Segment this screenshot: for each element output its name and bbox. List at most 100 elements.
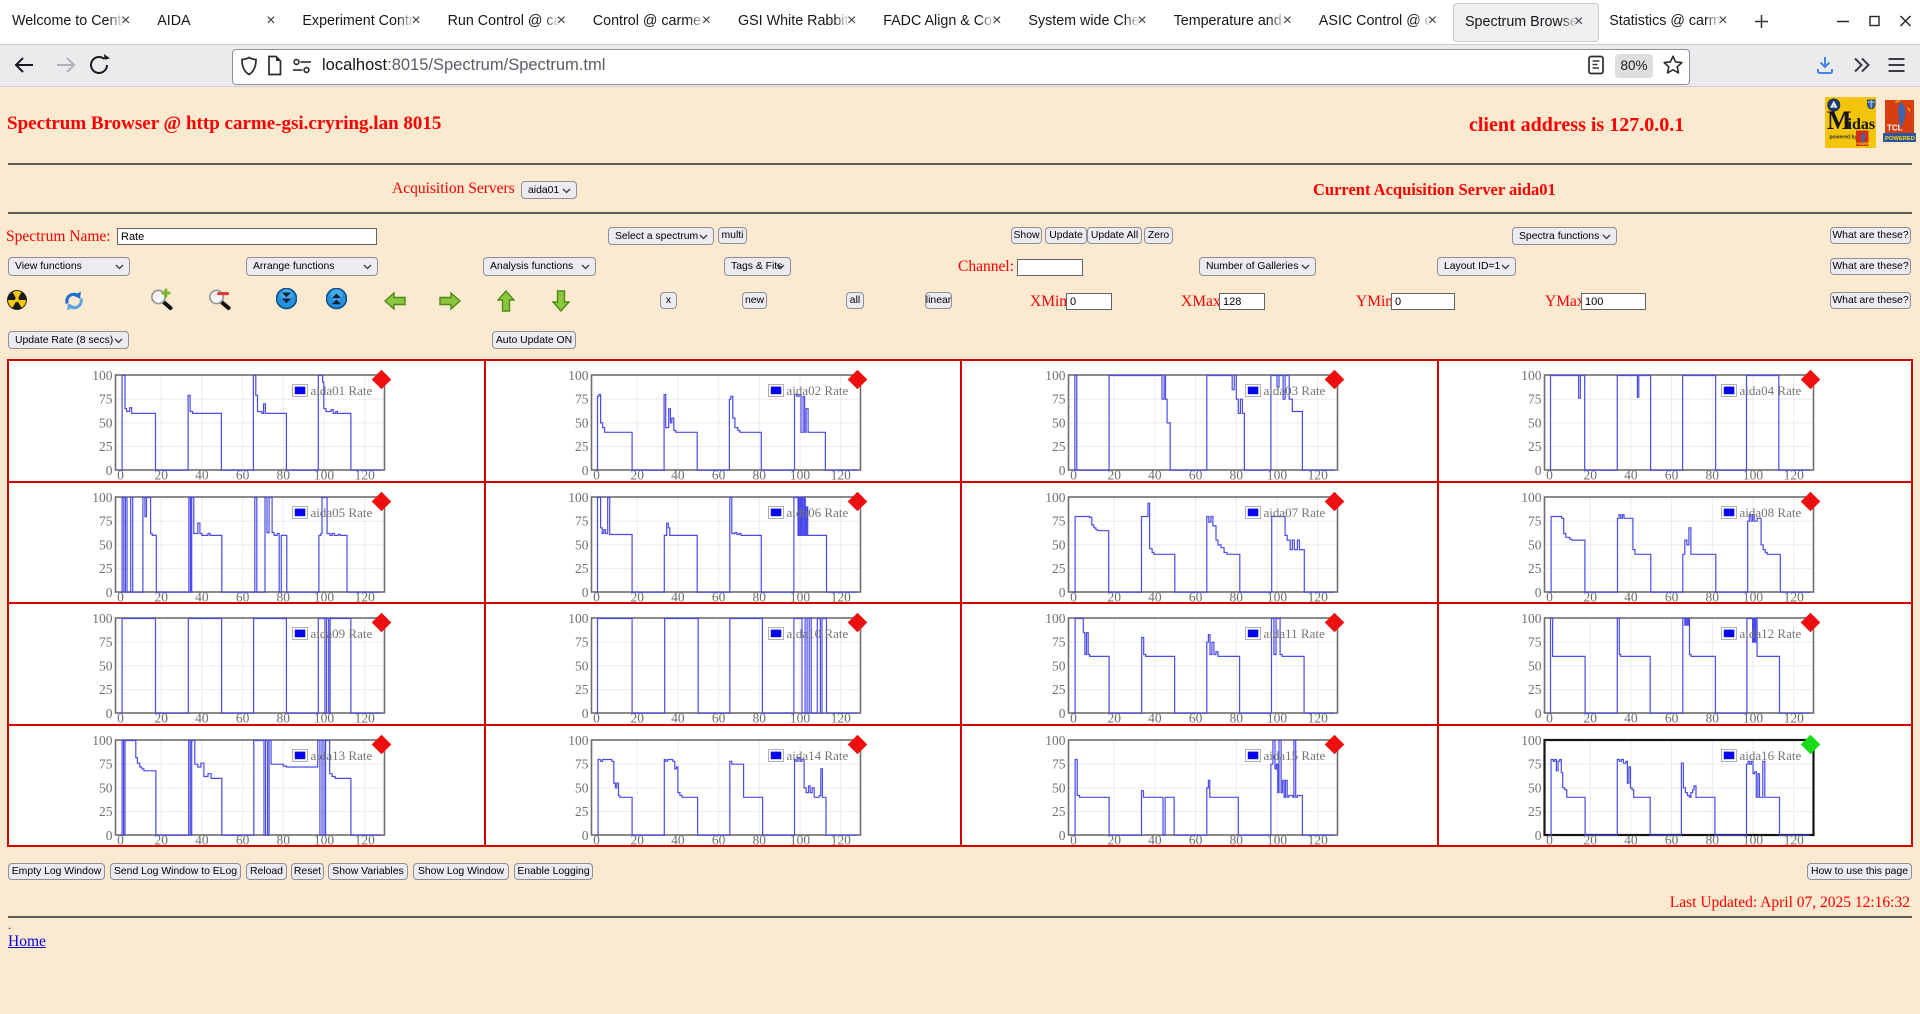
- svg-text:100: 100: [313, 711, 334, 725]
- svg-text:100: 100: [92, 733, 113, 748]
- svg-text:40: 40: [1624, 832, 1638, 846]
- svg-text:40: 40: [1148, 589, 1162, 603]
- svg-text:25: 25: [575, 682, 589, 697]
- svg-text:50: 50: [1052, 415, 1066, 430]
- svg-text:100: 100: [313, 468, 334, 482]
- svg-text:40: 40: [1148, 711, 1162, 725]
- svg-text:75: 75: [575, 392, 589, 407]
- svg-text:0: 0: [1546, 468, 1553, 482]
- svg-text:idas: idas: [1848, 116, 1876, 133]
- svg-text:0: 0: [582, 827, 589, 842]
- svg-text:0: 0: [1070, 468, 1077, 482]
- svg-text:75: 75: [1528, 756, 1542, 771]
- svg-text:aida14 Rate: aida14 Rate: [787, 748, 849, 763]
- svg-text:120: 120: [1784, 468, 1805, 482]
- svg-text:80: 80: [1229, 711, 1243, 725]
- svg-text:60: 60: [1665, 832, 1679, 846]
- svg-text:25: 25: [99, 804, 113, 819]
- svg-text:40: 40: [195, 711, 209, 725]
- svg-text:75: 75: [99, 392, 113, 407]
- svg-text:aida06 Rate: aida06 Rate: [787, 505, 849, 520]
- svg-text:120: 120: [1307, 589, 1328, 603]
- svg-text:100: 100: [1521, 733, 1542, 748]
- svg-text:0: 0: [1070, 832, 1077, 846]
- svg-text:50: 50: [575, 415, 589, 430]
- svg-text:0: 0: [117, 468, 124, 482]
- svg-text:120: 120: [1784, 711, 1805, 725]
- svg-text:0: 0: [1546, 832, 1553, 846]
- svg-text:120: 120: [831, 711, 852, 725]
- svg-text:60: 60: [1665, 468, 1679, 482]
- svg-text:0: 0: [117, 589, 124, 603]
- svg-text:60: 60: [1188, 711, 1202, 725]
- svg-text:100: 100: [1045, 611, 1066, 626]
- svg-text:aida01 Rate: aida01 Rate: [310, 383, 372, 398]
- svg-text:25: 25: [99, 439, 113, 454]
- svg-text:25: 25: [575, 804, 589, 819]
- svg-text:0: 0: [1535, 827, 1542, 842]
- svg-text:120: 120: [1784, 832, 1805, 846]
- svg-text:0: 0: [1058, 827, 1065, 842]
- svg-text:100: 100: [1521, 490, 1542, 505]
- svg-text:40: 40: [1148, 832, 1162, 846]
- svg-text:120: 120: [354, 589, 375, 603]
- svg-text:0: 0: [105, 584, 112, 599]
- svg-text:75: 75: [575, 635, 589, 650]
- svg-text:80: 80: [753, 589, 767, 603]
- svg-text:100: 100: [1521, 368, 1542, 383]
- svg-text:25: 25: [99, 561, 113, 576]
- svg-text:25: 25: [1052, 682, 1066, 697]
- svg-text:80: 80: [276, 711, 290, 725]
- svg-text:0: 0: [582, 706, 589, 721]
- svg-text:60: 60: [1665, 589, 1679, 603]
- svg-text:120: 120: [831, 468, 852, 482]
- svg-text:40: 40: [671, 589, 685, 603]
- svg-text:100: 100: [568, 733, 589, 748]
- svg-text:20: 20: [1583, 468, 1597, 482]
- svg-text:80: 80: [1706, 589, 1720, 603]
- svg-text:25: 25: [1528, 804, 1542, 819]
- svg-text:50: 50: [99, 537, 113, 552]
- svg-text:80: 80: [1706, 711, 1720, 725]
- svg-text:100: 100: [1266, 468, 1287, 482]
- svg-text:80: 80: [1706, 468, 1720, 482]
- svg-text:60: 60: [235, 711, 249, 725]
- svg-text:50: 50: [575, 537, 589, 552]
- svg-text:120: 120: [354, 711, 375, 725]
- svg-text:100: 100: [1521, 611, 1542, 626]
- svg-text:0: 0: [1058, 584, 1065, 599]
- svg-text:aida05 Rate: aida05 Rate: [310, 505, 372, 520]
- svg-text:75: 75: [99, 513, 113, 528]
- svg-text:100: 100: [313, 589, 334, 603]
- svg-text:120: 120: [354, 468, 375, 482]
- svg-text:0: 0: [1058, 706, 1065, 721]
- svg-text:0: 0: [1546, 589, 1553, 603]
- svg-text:50: 50: [575, 780, 589, 795]
- svg-text:0: 0: [1535, 584, 1542, 599]
- svg-text:0: 0: [1058, 463, 1065, 478]
- svg-text:80: 80: [276, 468, 290, 482]
- svg-text:100: 100: [1743, 589, 1764, 603]
- svg-text:60: 60: [235, 832, 249, 846]
- svg-text:100: 100: [1045, 733, 1066, 748]
- svg-text:20: 20: [154, 832, 168, 846]
- svg-text:20: 20: [1107, 589, 1121, 603]
- svg-text:50: 50: [1052, 537, 1066, 552]
- svg-text:75: 75: [1052, 513, 1066, 528]
- svg-text:60: 60: [1188, 468, 1202, 482]
- svg-text:0: 0: [582, 463, 589, 478]
- svg-text:60: 60: [1188, 589, 1202, 603]
- svg-text:40: 40: [195, 468, 209, 482]
- svg-text:0: 0: [1546, 711, 1553, 725]
- svg-text:120: 120: [1784, 589, 1805, 603]
- svg-text:75: 75: [1528, 513, 1542, 528]
- svg-text:aida03 Rate: aida03 Rate: [1263, 383, 1325, 398]
- svg-text:aida07 Rate: aida07 Rate: [1263, 505, 1325, 520]
- svg-text:50: 50: [1052, 780, 1066, 795]
- svg-text:60: 60: [712, 711, 726, 725]
- svg-text:0: 0: [117, 711, 124, 725]
- svg-text:100: 100: [568, 490, 589, 505]
- svg-text:75: 75: [1528, 392, 1542, 407]
- svg-text:40: 40: [1624, 468, 1638, 482]
- svg-text:100: 100: [92, 368, 113, 383]
